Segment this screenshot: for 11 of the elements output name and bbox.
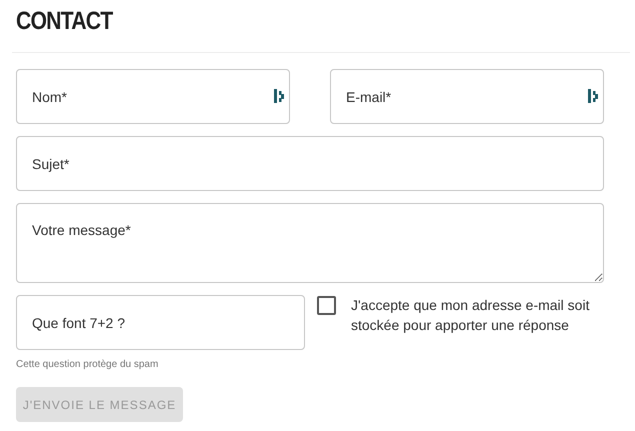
page-title: CONTACT: [16, 6, 112, 37]
input-field[interactable]: Sujet*: [16, 136, 604, 191]
autofill-icon[interactable]: [274, 89, 284, 103]
input-field[interactable]: Nom*: [16, 69, 290, 124]
consent-checkbox[interactable]: [317, 296, 336, 315]
message-field[interactable]: Votre message*: [16, 203, 604, 283]
captcha-field[interactable]: Que font 7+2 ?: [16, 295, 305, 350]
autofill-icon[interactable]: [588, 89, 598, 103]
hint-text: Cette question protège du spam: [16, 359, 160, 370]
input-field[interactable]: E-mail*: [330, 69, 604, 124]
consent-label: J'accepte que mon adresse e-mail soit stockée pour apporter une réponse: [351, 296, 590, 335]
